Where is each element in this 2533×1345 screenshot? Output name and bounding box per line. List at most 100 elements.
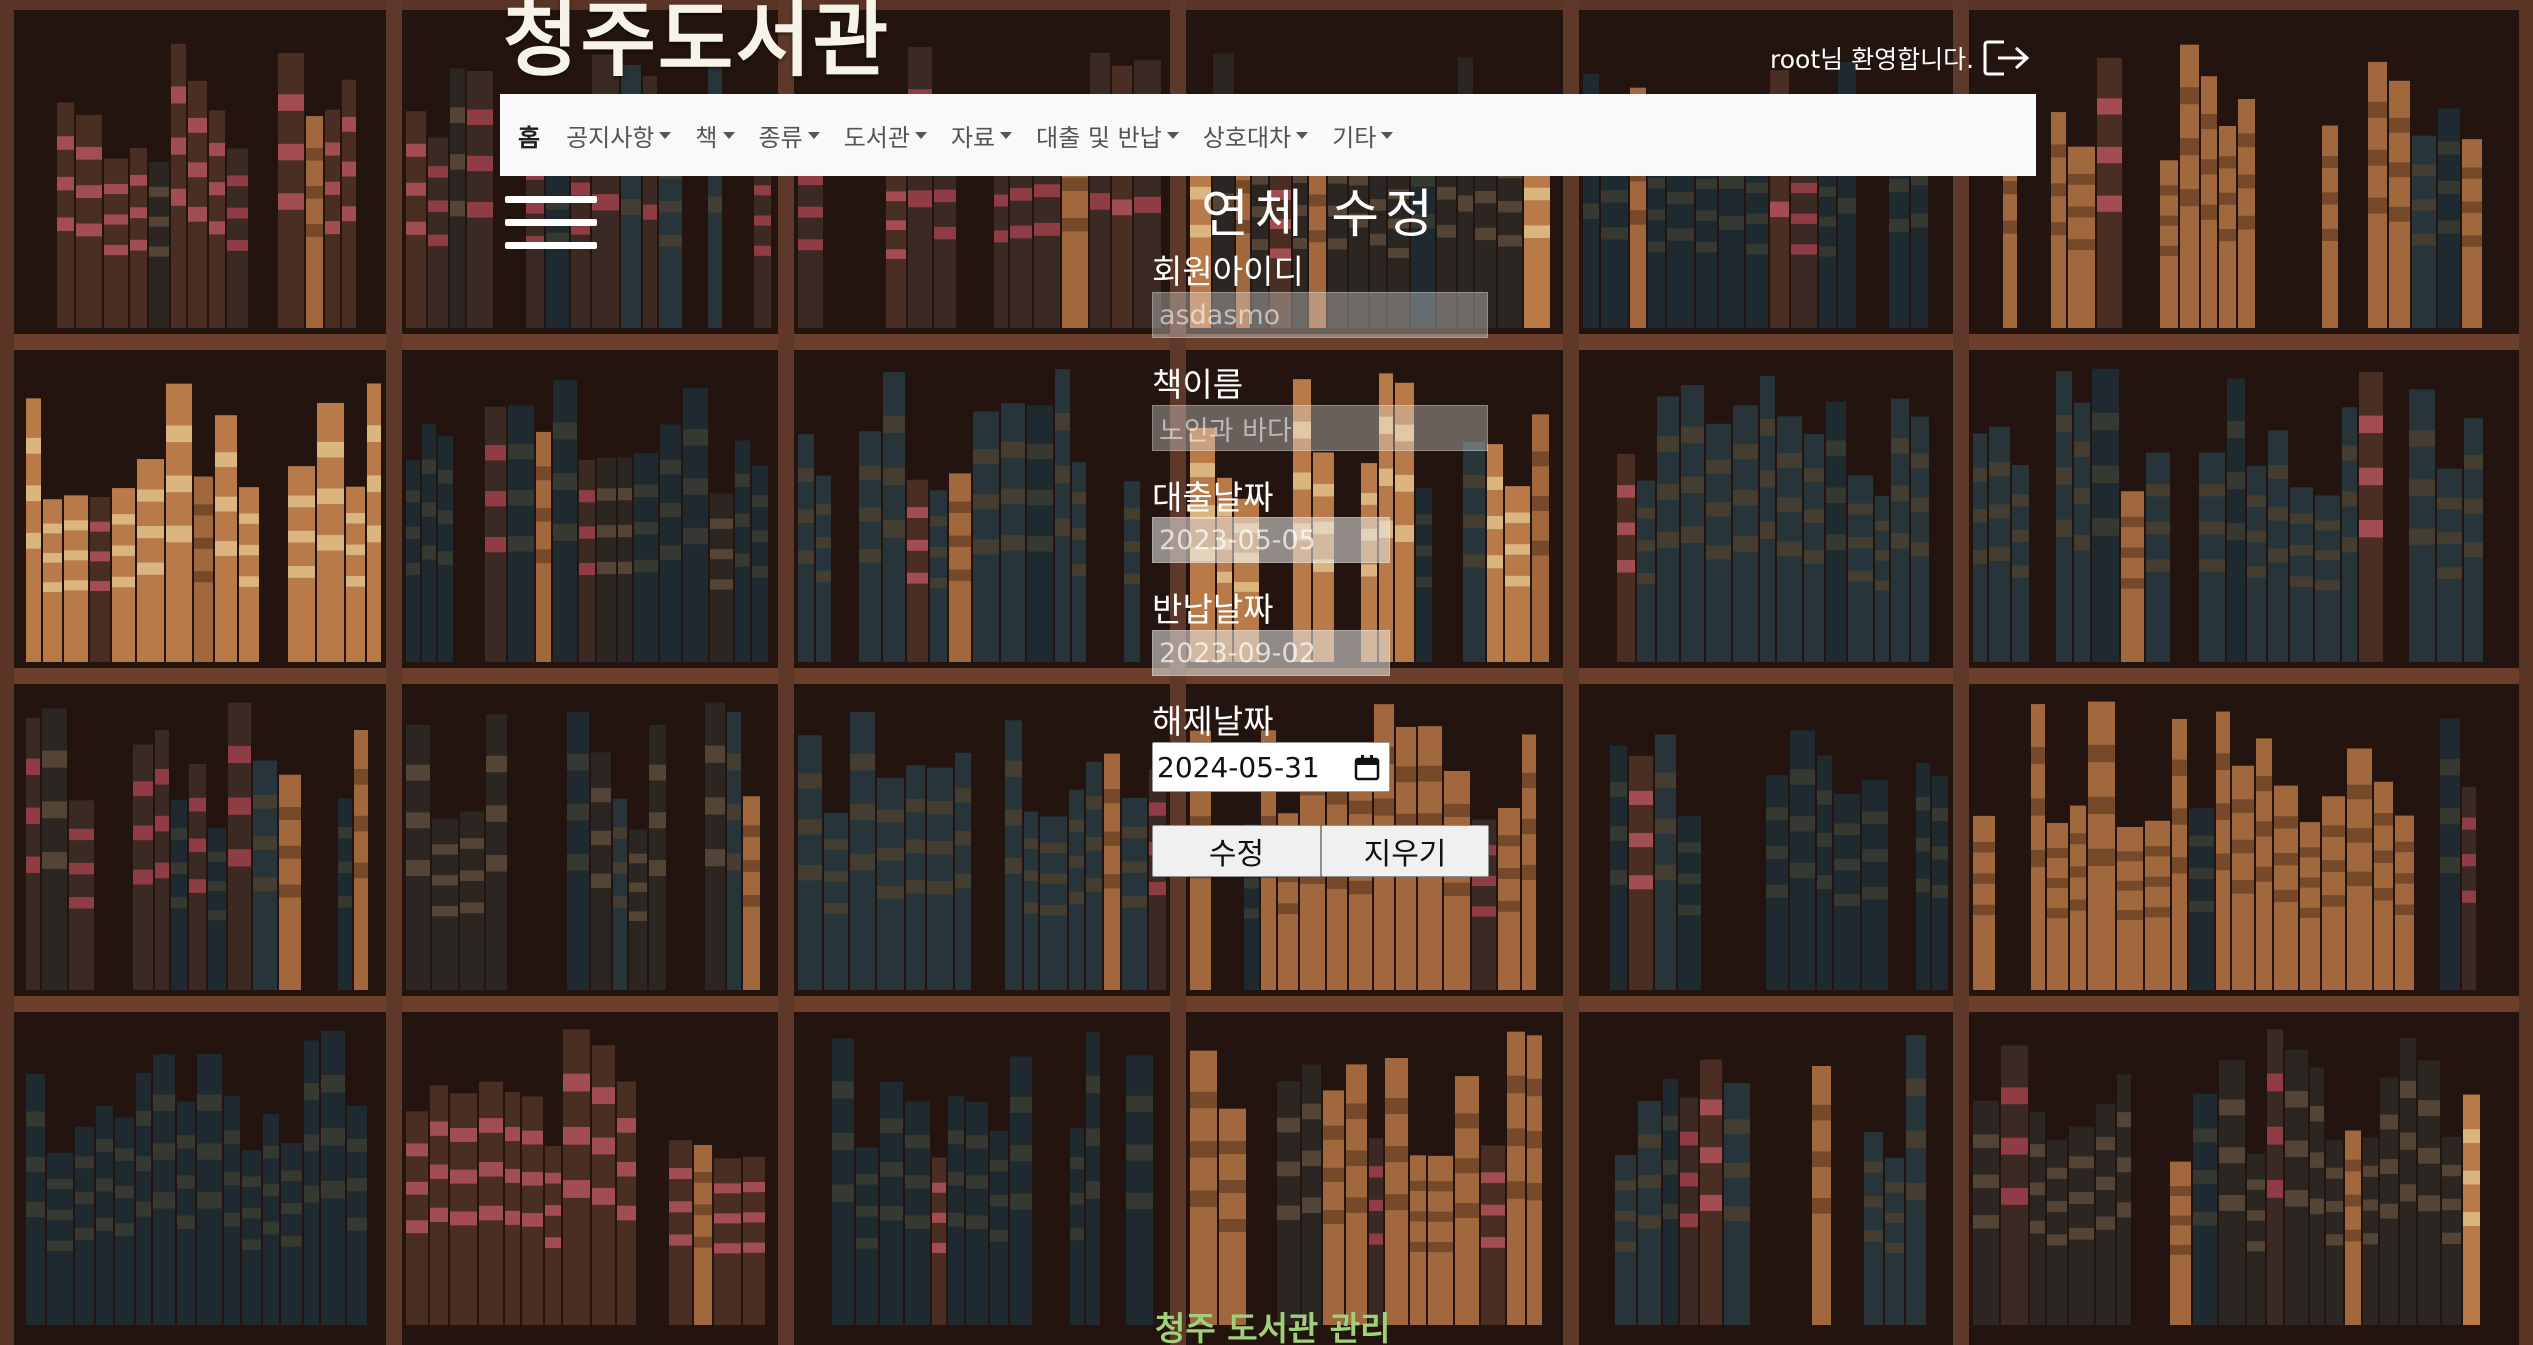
nav-resources[interactable]: 자료 (951, 118, 1013, 153)
book-band (1637, 540, 1655, 552)
book-band (1277, 1117, 1300, 1133)
book-band (2438, 141, 2460, 155)
book-band (798, 819, 822, 835)
book-band (1498, 835, 1520, 847)
book-band (2322, 228, 2338, 241)
book-band (2247, 1179, 2265, 1190)
book-band (2031, 849, 2045, 868)
nav-notice[interactable]: 공지사항 (566, 118, 672, 153)
book-band (2409, 479, 2435, 496)
book-name-input[interactable] (1152, 405, 1488, 451)
book-band (2232, 880, 2254, 894)
book-band (26, 807, 40, 824)
book-band (2001, 1137, 2028, 1155)
book-band (1812, 1151, 1831, 1167)
nav-loan-return[interactable]: 대출 및 반납 (1036, 118, 1179, 153)
book-spine (1696, 152, 1717, 328)
book-band (224, 1212, 240, 1227)
chevron-down-icon (1166, 131, 1179, 139)
book-band (1885, 1243, 1904, 1254)
book-band (2121, 516, 2144, 528)
logout-icon[interactable] (1982, 38, 2032, 78)
book-band (197, 1094, 222, 1111)
book-band (281, 1203, 302, 1214)
book-band (1416, 514, 1432, 525)
book-band (930, 546, 947, 558)
book-band (617, 1118, 636, 1133)
book-band (2068, 173, 2095, 185)
book-band (1302, 1197, 1321, 1214)
book-band (112, 545, 135, 556)
book-band (752, 530, 768, 543)
book-band (2219, 1195, 2245, 1211)
book-band (1302, 1150, 1321, 1167)
nav-books[interactable]: 책 (695, 118, 735, 153)
book-band (2437, 532, 2462, 545)
book-band (2219, 156, 2236, 169)
book-band (2342, 445, 2357, 461)
book-band (505, 1168, 520, 1183)
book-band (253, 877, 277, 892)
book-band (1989, 546, 2010, 561)
book-band (1086, 878, 1102, 892)
book-band (579, 490, 595, 503)
book-band (2326, 1234, 2343, 1246)
book-band (798, 206, 823, 218)
book-band (660, 545, 681, 560)
book-band (1601, 190, 1628, 203)
book-band (1532, 451, 1549, 467)
book-band (367, 475, 381, 493)
book-band (228, 797, 251, 815)
nav-library[interactable]: 도서관 (844, 118, 927, 153)
submit-button[interactable]: 수정 (1152, 825, 1321, 877)
book-band (2012, 530, 2029, 542)
book-band (1777, 453, 1802, 468)
book-band (1374, 798, 1394, 816)
loan-date-input[interactable] (1152, 517, 1390, 563)
book-spine (563, 1029, 590, 1325)
book-band (1875, 550, 1889, 561)
book-band (2412, 164, 2436, 177)
book-band (64, 520, 88, 531)
calendar-icon[interactable] (1353, 754, 1381, 782)
book-band (460, 838, 484, 849)
book-band (239, 513, 259, 524)
nav-category[interactable]: 종류 (759, 118, 820, 153)
nav-interlibrary-loan[interactable]: 상호대차 (1203, 118, 1309, 153)
book-band (1700, 1194, 1722, 1211)
book-band (522, 1213, 543, 1227)
book-band (508, 443, 534, 460)
book-band (479, 1161, 503, 1177)
book-band (1834, 823, 1860, 836)
return-date-input[interactable] (1152, 630, 1390, 676)
nav-home[interactable]: 홈 (518, 118, 540, 153)
book-band (1278, 903, 1298, 915)
shelf-divider (386, 0, 402, 1345)
nav-etc[interactable]: 기타 (1332, 118, 1394, 153)
book-band (1527, 1130, 1542, 1149)
book-band (1834, 858, 1860, 871)
book-band (2315, 520, 2340, 531)
book-band (2290, 544, 2313, 556)
book-band (927, 800, 953, 815)
book-band (43, 552, 62, 563)
book-band (1463, 554, 1485, 568)
book-band (629, 882, 647, 893)
book-band (228, 849, 251, 867)
book-band (1323, 1210, 1344, 1225)
hamburger-menu-icon[interactable] (505, 192, 597, 258)
book-band (1838, 197, 1856, 214)
book-band (2290, 513, 2313, 524)
book-band (278, 94, 304, 111)
book-band (2310, 1198, 2324, 1215)
book-band (2088, 848, 2115, 866)
release-date-input[interactable]: 2024-05-31 (1152, 742, 1390, 792)
book-band (136, 1156, 151, 1172)
site-title[interactable]: 청주도서관 (503, 0, 890, 86)
clear-button[interactable]: 지우기 (1321, 825, 1489, 877)
book-band (545, 1237, 561, 1249)
book-band (659, 235, 682, 247)
member-id-input[interactable] (1152, 292, 1488, 338)
book-band (798, 509, 814, 524)
book-band (905, 1215, 930, 1229)
